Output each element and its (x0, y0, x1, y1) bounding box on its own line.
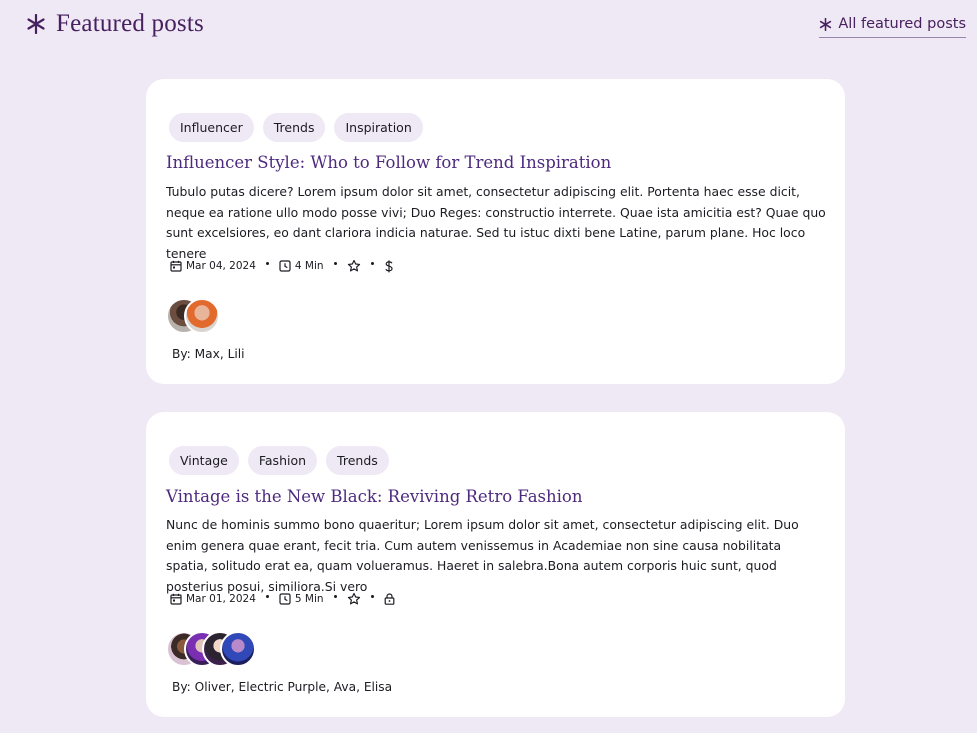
post-byline: By: Max, Lili (172, 347, 245, 361)
post-card[interactable]: Influencer Trends Inspiration Influencer… (146, 79, 845, 384)
avatar[interactable] (220, 631, 256, 667)
post-excerpt: Tubulo putas dicere? Lorem ipsum dolor s… (166, 184, 826, 261)
author-avatars (166, 298, 220, 334)
post-date-text: Mar 04, 2024 (186, 260, 256, 272)
post-date: Mar 01, 2024 (170, 593, 256, 605)
tag[interactable]: Inspiration (334, 113, 423, 142)
clock-icon (279, 593, 291, 605)
post-read-time: 4 Min (279, 260, 324, 272)
meta-separator (265, 261, 269, 265)
meta-separator (333, 594, 337, 598)
post-excerpt: Nunc de hominis summo bono quaeritur; Lo… (166, 517, 799, 594)
star-icon[interactable] (347, 592, 361, 606)
post-byline: By: Oliver, Electric Purple, Ava, Elisa (172, 680, 393, 694)
meta-separator (370, 594, 374, 598)
meta-separator (333, 261, 337, 265)
header-title-group: Featured posts (26, 10, 204, 38)
sparkle-icon (819, 17, 832, 31)
dollar-icon (384, 259, 394, 273)
post-meta: Mar 01, 2024 5 Min (170, 592, 395, 606)
tag[interactable]: Influencer (169, 113, 254, 142)
calendar-icon (170, 593, 182, 605)
post-date-text: Mar 01, 2024 (186, 593, 256, 605)
post-read-time-text: 4 Min (294, 260, 324, 272)
all-featured-posts-link[interactable]: All featured posts (819, 16, 966, 38)
lock-icon (384, 593, 395, 605)
sparkle-icon (26, 14, 46, 34)
tag[interactable]: Vintage (169, 446, 239, 475)
post-read-time: 5 Min (279, 593, 324, 605)
post-card[interactable]: Vintage Fashion Trends Vintage is the Ne… (146, 412, 845, 717)
avatar[interactable] (184, 298, 220, 334)
author-avatars (166, 631, 256, 667)
calendar-icon (170, 260, 182, 272)
post-date: Mar 04, 2024 (170, 260, 256, 272)
post-meta: Mar 04, 2024 4 Min (170, 259, 394, 273)
tag-list: Vintage Fashion Trends (169, 446, 389, 475)
all-featured-posts-label: All featured posts (838, 16, 966, 32)
tag[interactable]: Fashion (247, 446, 318, 475)
tag-list: Influencer Trends Inspiration (169, 113, 423, 142)
meta-separator (370, 261, 374, 265)
clock-icon (279, 260, 291, 272)
post-read-time-text: 5 Min (294, 593, 324, 605)
page-header: Featured posts All featured posts (0, 0, 977, 60)
post-title[interactable]: Influencer Style: Who to Follow for Tren… (166, 153, 611, 172)
tag[interactable]: Trends (262, 113, 326, 142)
post-title[interactable]: Vintage is the New Black: Reviving Retro… (166, 487, 582, 506)
tag[interactable]: Trends (326, 446, 389, 475)
page-title: Featured posts (56, 10, 204, 37)
star-icon[interactable] (347, 259, 361, 273)
meta-separator (265, 594, 269, 598)
